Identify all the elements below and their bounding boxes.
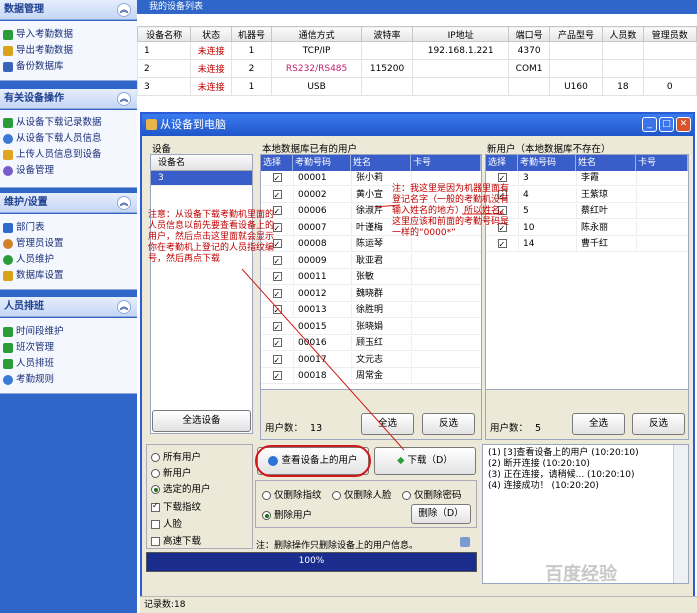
device-cell <box>548 59 604 78</box>
device-cell: 0 <box>642 77 697 96</box>
device-column-header[interactable]: 机器号 <box>230 26 273 42</box>
device-column-header[interactable]: 端口号 <box>508 26 550 42</box>
nav-item-download-records[interactable]: 从设备下载记录数据 <box>0 115 137 131</box>
admin-icon <box>3 239 13 249</box>
nav-item-scheduling[interactable]: 人员排班 <box>0 356 137 372</box>
nav-item-download-users[interactable]: 从设备下载人员信息 <box>0 131 137 147</box>
device-column-header[interactable]: 状态 <box>190 26 232 42</box>
device-row[interactable]: 1 未连接 1 TCP/IP 192.168.1.221 4370 <box>136 41 697 60</box>
nav-item-admins[interactable]: 管理员设置 <box>0 236 137 252</box>
nav-item-backup[interactable]: 备份数据库 <box>0 59 137 75</box>
department-icon <box>3 223 13 233</box>
device-list-title: 我的设备列表 <box>137 0 697 14</box>
device-column-header[interactable]: 管理员数 <box>642 26 697 42</box>
nav-item-upload-users[interactable]: 上传人员信息到设备 <box>0 147 137 163</box>
clock-icon <box>3 327 13 337</box>
device-cell: 未连接 <box>190 77 232 96</box>
device-cell <box>642 59 697 78</box>
device-cell: RS232/RS485 <box>271 59 363 78</box>
device-row[interactable]: 3 未连接 1 USB U160 18 0 <box>136 77 697 96</box>
device-column-header[interactable]: 产品型号 <box>548 26 604 42</box>
device-cell: COM1 <box>508 59 550 78</box>
device-cell: 115200 <box>361 59 414 78</box>
collapse-icon[interactable]: ︽ <box>117 3 131 17</box>
collapse-icon[interactable]: ︽ <box>117 196 131 210</box>
nav-group-header-device[interactable]: 有关设备操作 ︽ <box>0 89 137 109</box>
nav-group-body-settings: 部门表 管理员设置 人员维护 数据库设置 <box>0 214 137 290</box>
device-cell: 未连接 <box>190 59 232 78</box>
device-cell: TCP/IP <box>271 41 363 60</box>
rules-icon <box>3 375 13 385</box>
device-cell: USB <box>271 77 363 96</box>
device-column-header[interactable]: IP地址 <box>412 26 510 42</box>
nav-item-time-periods[interactable]: 时间段维护 <box>0 324 137 340</box>
device-column-header[interactable]: 人员数 <box>602 26 644 42</box>
collapse-icon[interactable]: ︽ <box>117 92 131 106</box>
device-cell <box>602 41 644 60</box>
watermark: 百度经验 <box>545 564 617 585</box>
collapse-icon[interactable]: ︽ <box>117 300 131 314</box>
nav-group-body-data: 导入考勤数据 导出考勤数据 备份数据库 <box>0 21 137 81</box>
export-icon <box>3 46 13 56</box>
nav-item-device-manage[interactable]: 设备管理 <box>0 163 137 179</box>
nav-item-export[interactable]: 导出考勤数据 <box>0 43 137 59</box>
device-cell: 未连接 <box>190 41 232 60</box>
arrow-line <box>374 204 401 208</box>
device-icon <box>3 166 13 176</box>
nav-item-shifts[interactable]: 班次管理 <box>0 340 137 356</box>
device-cell: U160 <box>548 77 604 96</box>
nav-item-rules[interactable]: 考勤规则 <box>0 372 137 388</box>
device-cell <box>508 77 550 96</box>
download-icon <box>3 118 13 128</box>
device-row[interactable]: 2 未连接 2 RS232/RS485 115200 COM1 <box>136 59 697 78</box>
device-cell <box>412 77 510 96</box>
device-cell: 4370 <box>508 41 550 60</box>
device-cell: 1 <box>230 41 273 60</box>
nav-group-body-schedule: 时间段维护 班次管理 人员排班 考勤规则 <box>0 318 137 394</box>
device-cell: 3 <box>136 77 192 96</box>
nav-group-header-data[interactable]: 数据管理 ︽ <box>0 0 137 20</box>
device-cell: 192.168.1.221 <box>412 41 510 60</box>
schedule-icon <box>3 359 13 369</box>
shift-icon <box>3 343 13 353</box>
nav-item-departments[interactable]: 部门表 <box>0 220 137 236</box>
nav-group-header-schedule[interactable]: 人员排班 ︽ <box>0 297 137 317</box>
device-cell <box>412 59 510 78</box>
status-bar: 记录数:18 <box>140 596 697 613</box>
device-column-header[interactable]: 设备名称 <box>136 26 192 42</box>
nav-item-personnel[interactable]: 人员维护 <box>0 252 137 268</box>
device-cell: 2 <box>136 59 192 78</box>
device-cell <box>602 59 644 78</box>
person-icon <box>3 255 13 265</box>
record-count: 记录数:18 <box>144 600 186 610</box>
device-cell <box>642 41 697 60</box>
import-icon <box>3 30 13 40</box>
device-column-header[interactable]: 通信方式 <box>271 26 363 42</box>
nav-item-db-settings[interactable]: 数据库设置 <box>0 268 137 284</box>
device-cell <box>361 77 414 96</box>
left-navigation: 数据管理 ︽ 导入考勤数据 导出考勤数据 备份数据库 有关设备操作 ︽ 从设备下载记… <box>0 0 137 613</box>
device-table: 设备名称 状态 机器号 通信方式 波特率 IP地址 端口号 产品型号 人员数 管理员数 1 未连接 1… <box>136 26 697 98</box>
annotation-arrows <box>241 204 504 451</box>
device-cell: 1 <box>136 41 192 60</box>
device-cell <box>548 41 604 60</box>
settings-icon <box>3 271 13 281</box>
user-download-icon <box>3 134 13 144</box>
arrow-line <box>241 268 405 451</box>
database-icon <box>3 62 13 72</box>
device-cell: 18 <box>602 77 644 96</box>
nav-item-import[interactable]: 导入考勤数据 <box>0 27 137 43</box>
upload-icon <box>3 150 13 160</box>
device-cell: 2 <box>230 59 273 78</box>
nav-group-header-settings[interactable]: 维护/设置 ︽ <box>0 193 137 213</box>
download-dialog: 从设备到电脑 _ □ ✕ 设备 设备名 3 全选设备 本地数据库已有的用户 选择… <box>140 112 695 609</box>
device-cell: 1 <box>230 77 273 96</box>
device-cell <box>361 41 414 60</box>
device-column-header[interactable]: 波特率 <box>361 26 414 42</box>
nav-group-body-device: 从设备下载记录数据 从设备下载人员信息 上传人员信息到设备 设备管理 <box>0 110 137 188</box>
